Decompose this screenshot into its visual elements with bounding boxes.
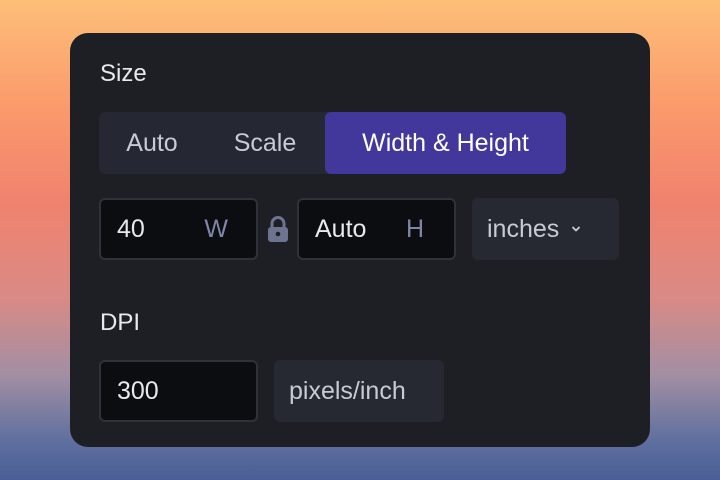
dpi-unit-label: pixels/inch: [274, 360, 444, 422]
height-suffix: H: [405, 214, 424, 243]
mode-width-height-button[interactable]: Width & Height: [325, 112, 566, 174]
size-settings-panel: Size Auto Scale Width & Height 40 W Auto…: [70, 33, 650, 447]
dpi-field[interactable]: 300: [99, 360, 258, 422]
width-field[interactable]: 40 W: [99, 198, 258, 260]
dpi-label: DPI: [100, 309, 141, 336]
mode-auto-button[interactable]: Auto: [99, 112, 205, 174]
chevron-down-icon: [572, 226, 581, 232]
lock-icon[interactable]: [267, 216, 289, 242]
mode-scale-button[interactable]: Scale: [205, 112, 325, 174]
dpi-unit-text: pixels/inch: [289, 376, 406, 405]
width-value: 40: [117, 214, 145, 243]
height-field[interactable]: Auto H: [297, 198, 456, 260]
unit-select-value: inches: [487, 214, 560, 243]
size-label: Size: [100, 60, 147, 87]
width-suffix: W: [204, 214, 228, 243]
size-mode-segmented-control: Auto Scale Width & Height: [99, 112, 566, 174]
height-value: Auto: [315, 214, 367, 243]
unit-select[interactable]: inches: [472, 198, 619, 260]
dpi-value: 300: [117, 376, 159, 405]
